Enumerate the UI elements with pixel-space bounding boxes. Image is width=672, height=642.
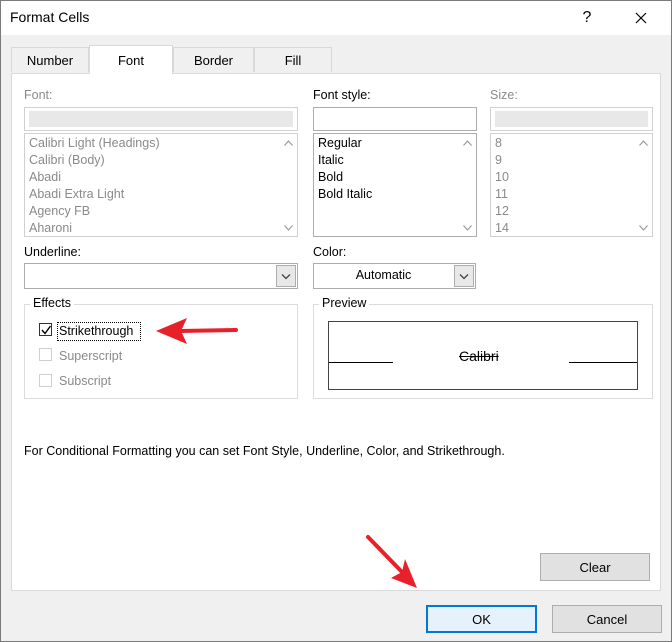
tab-border[interactable]: Border	[173, 47, 254, 72]
size-list-scrollbar[interactable]	[635, 134, 652, 236]
font-label: Font:	[24, 88, 53, 102]
color-label: Color:	[313, 245, 347, 259]
font-style-label: Font style:	[313, 88, 371, 102]
help-button[interactable]: ?	[564, 1, 610, 35]
underline-label: Underline:	[24, 245, 81, 259]
list-item[interactable]: Bold	[318, 169, 372, 186]
list-item[interactable]: Calibri Light (Headings)	[29, 135, 160, 152]
font-style-list[interactable]: Regular Italic Bold Bold Italic	[313, 133, 477, 237]
conditional-formatting-note: For Conditional Formatting you can set F…	[24, 444, 505, 458]
chevron-down-icon[interactable]	[454, 265, 474, 287]
list-item[interactable]: Calibri (Body)	[29, 152, 160, 169]
scroll-up-icon[interactable]	[280, 134, 297, 151]
scroll-up-icon[interactable]	[459, 134, 476, 151]
font-tab-panel: Font: Calibri Light (Headings) Calibri (…	[11, 73, 661, 591]
scroll-down-icon[interactable]	[635, 219, 652, 236]
scroll-down-icon[interactable]	[459, 219, 476, 236]
list-item[interactable]: Regular	[318, 135, 372, 152]
check-icon	[41, 325, 52, 335]
ok-button[interactable]: OK	[426, 605, 537, 633]
list-item[interactable]: 10	[495, 169, 509, 186]
list-item[interactable]: Italic	[318, 152, 372, 169]
color-dropdown[interactable]: Automatic	[313, 263, 476, 289]
strikethrough-checkbox[interactable]	[39, 323, 52, 336]
subscript-checkbox[interactable]	[39, 374, 52, 387]
color-value: Automatic	[355, 268, 412, 282]
help-icon: ?	[582, 9, 592, 26]
superscript-label[interactable]: Superscript	[59, 349, 122, 363]
preview-box: Calibri	[328, 321, 638, 390]
format-cells-dialog: Format Cells ? Number Font Border Fill F…	[0, 0, 672, 642]
font-list[interactable]: Calibri Light (Headings) Calibri (Body) …	[24, 133, 298, 237]
cancel-button[interactable]: Cancel	[552, 605, 662, 633]
font-input[interactable]	[24, 107, 298, 131]
clear-button[interactable]: Clear	[540, 553, 650, 581]
tab-number[interactable]: Number	[11, 47, 89, 72]
size-input[interactable]	[490, 107, 653, 131]
preview-label: Preview	[319, 296, 370, 310]
list-item[interactable]: Aharoni	[29, 220, 160, 236]
underline-dropdown[interactable]	[24, 263, 298, 289]
title-bar: Format Cells ?	[1, 1, 671, 35]
list-item[interactable]: Abadi	[29, 169, 160, 186]
scroll-up-icon[interactable]	[635, 134, 652, 151]
list-item[interactable]: Abadi Extra Light	[29, 186, 160, 203]
list-item[interactable]: Bold Italic	[318, 186, 372, 203]
chevron-down-icon[interactable]	[276, 265, 296, 287]
size-label: Size:	[490, 88, 518, 102]
subscript-label[interactable]: Subscript	[59, 374, 111, 388]
list-item[interactable]: 11	[495, 186, 509, 203]
list-item[interactable]: 12	[495, 203, 509, 220]
font-style-list-scrollbar[interactable]	[459, 134, 476, 236]
size-list[interactable]: 8 9 10 11 12 14	[490, 133, 653, 237]
preview-sample: Calibri	[459, 348, 499, 364]
effects-label: Effects	[30, 296, 74, 310]
list-item[interactable]: Agency FB	[29, 203, 160, 220]
scroll-down-icon[interactable]	[280, 219, 297, 236]
font-style-input[interactable]	[313, 107, 477, 131]
baseline-left	[329, 362, 393, 363]
focus-rectangle	[57, 322, 141, 341]
tab-fill[interactable]: Fill	[254, 47, 332, 72]
tab-font[interactable]: Font	[89, 45, 173, 74]
close-icon	[635, 12, 647, 24]
font-list-scrollbar[interactable]	[280, 134, 297, 236]
list-item[interactable]: 8	[495, 135, 509, 152]
dialog-title: Format Cells	[10, 9, 90, 25]
baseline-right	[569, 362, 637, 363]
list-item[interactable]: 14	[495, 220, 509, 236]
list-item[interactable]: 9	[495, 152, 509, 169]
superscript-checkbox[interactable]	[39, 348, 52, 361]
close-button[interactable]	[618, 1, 664, 35]
